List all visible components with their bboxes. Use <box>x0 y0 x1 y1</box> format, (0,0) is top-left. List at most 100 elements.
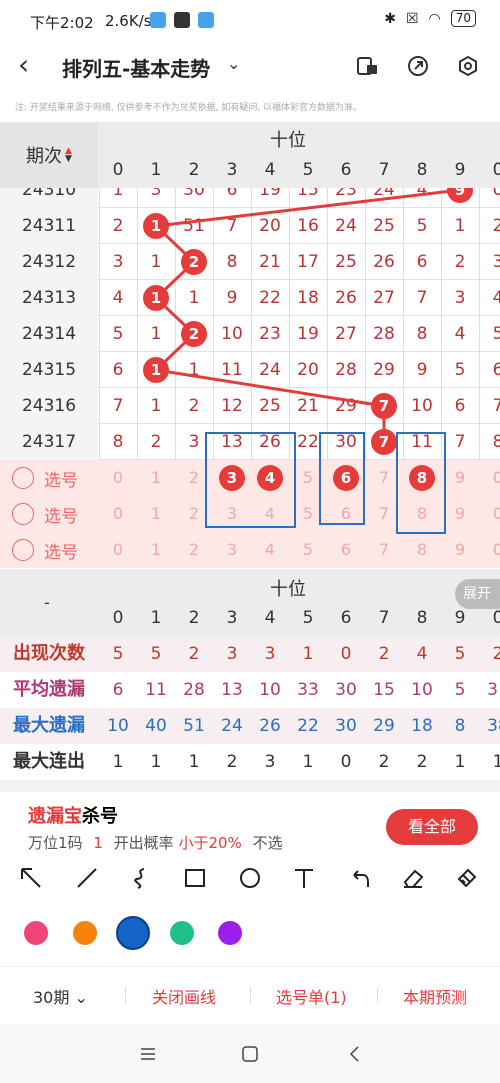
select-number[interactable]: 3 <box>213 532 251 568</box>
select-number[interactable]: 9 <box>441 532 479 568</box>
arrow-tool-icon[interactable] <box>14 861 48 895</box>
select-number[interactable]: 0 <box>99 496 137 532</box>
stats-value: 3 <box>264 752 276 772</box>
stats-column-header-0: 0 <box>112 608 124 628</box>
stats-value: 31 <box>487 680 500 700</box>
expand-button[interactable]: 展开 <box>455 579 500 609</box>
stats-value: 28 <box>183 680 205 700</box>
hit-ball: 7 <box>371 393 397 419</box>
divider <box>250 987 251 1003</box>
color-swatch[interactable] <box>73 921 97 945</box>
select-number[interactable]: 0 <box>99 460 137 496</box>
stats-value: 2 <box>378 752 390 772</box>
select-label: 选号 <box>44 470 78 491</box>
freehand-tool-icon[interactable] <box>124 861 158 895</box>
select-row-toggle[interactable]: 选号 <box>12 532 92 568</box>
home-icon[interactable] <box>238 1042 262 1066</box>
promo-number: 1 <box>93 834 103 852</box>
stats-value: 6 <box>112 680 124 700</box>
select-number[interactable]: 1 <box>137 496 175 532</box>
select-number[interactable]: 9 <box>441 496 479 532</box>
menu-icon[interactable] <box>136 1042 160 1066</box>
drawn-box <box>319 432 365 525</box>
select-number[interactable]: 1 <box>137 532 175 568</box>
stats-value: 5 <box>454 680 466 700</box>
stats-value: 1 <box>492 752 500 772</box>
stats-value: 1 <box>454 752 466 772</box>
color-swatch[interactable] <box>170 921 194 945</box>
section-gap <box>0 780 500 792</box>
stats-value: 10 <box>107 716 129 736</box>
stats-position-label: 十位 <box>270 579 306 600</box>
undo-icon[interactable] <box>342 861 376 895</box>
select-number[interactable]: 2 <box>175 532 213 568</box>
color-swatch[interactable] <box>116 916 150 950</box>
color-swatch[interactable] <box>24 921 48 945</box>
stats-value: 2 <box>188 644 200 664</box>
sort-icon[interactable]: ▲ ▼ <box>65 147 72 164</box>
select-number[interactable]: 8 <box>403 532 441 568</box>
select-row-toggle[interactable]: 选号 <box>12 496 92 532</box>
hit-ball: 2 <box>181 321 207 347</box>
stats-value: 13 <box>221 680 243 700</box>
system-nav-bar <box>0 1024 500 1083</box>
promo-subtitle: 万位1码 1 开出概率 小于20% 不选 <box>28 832 283 853</box>
stats-value: 1 <box>188 752 200 772</box>
circle-tool-icon[interactable] <box>233 861 267 895</box>
select-number[interactable]: 9 <box>441 460 479 496</box>
select-number[interactable]: 0 <box>479 532 500 568</box>
select-number[interactable]: 4 <box>251 532 289 568</box>
stats-value: 2 <box>416 752 428 772</box>
stats-value: 2 <box>226 752 238 772</box>
select-number[interactable]: 1 <box>137 460 175 496</box>
radio-circle-icon[interactable] <box>12 503 34 525</box>
period-select[interactable]: 30期 ⌄ <box>33 984 88 1008</box>
stats-value: 0 <box>340 752 352 772</box>
stats-column-header-8: 8 <box>416 608 428 628</box>
rectangle-tool-icon[interactable] <box>178 861 212 895</box>
eraser-icon[interactable] <box>396 861 430 895</box>
column-header-2: 2 <box>188 160 200 180</box>
radio-circle-icon[interactable] <box>12 539 34 561</box>
column-header-6: 6 <box>340 160 352 180</box>
select-number[interactable]: 7 <box>365 532 403 568</box>
promo-prob-label: 开出概率 <box>113 834 174 852</box>
line-tool-icon[interactable] <box>70 861 104 895</box>
column-header-8: 8 <box>416 160 428 180</box>
stats-value: 11 <box>145 680 167 700</box>
select-number[interactable]: 0 <box>479 496 500 532</box>
view-all-button[interactable]: 看全部 <box>386 809 478 845</box>
hit-ball: 1 <box>143 285 169 311</box>
divider <box>125 987 126 1003</box>
hit-ball: 7 <box>371 429 397 455</box>
stats-value: 30 <box>335 716 357 736</box>
stats-value: 29 <box>373 716 395 736</box>
stats-value: 18 <box>411 716 433 736</box>
stats-column-header-1: 1 <box>150 608 162 628</box>
select-label: 选号 <box>44 542 78 563</box>
stats-value: 5 <box>112 644 124 664</box>
select-row-toggle[interactable]: 选号 <box>12 460 92 496</box>
color-swatch[interactable] <box>218 921 242 945</box>
period-header[interactable]: 期次 ▲ ▼ <box>0 122 98 188</box>
close-lines-button[interactable]: 关闭画线 <box>152 984 216 1008</box>
forecast-button[interactable]: 本期预测 <box>403 984 467 1008</box>
stats-value: 3 <box>264 644 276 664</box>
column-header-1: 1 <box>150 160 162 180</box>
clear-brush-icon[interactable] <box>450 861 484 895</box>
selection-list-button[interactable]: 选号单(1) <box>276 984 347 1008</box>
promo-position: 万位1码 <box>28 834 83 852</box>
select-number[interactable]: 5 <box>289 532 327 568</box>
promo-title-brand: 遗漏宝 <box>28 806 82 827</box>
stats-value: 0 <box>340 644 352 664</box>
select-number[interactable]: 6 <box>327 532 365 568</box>
back-icon[interactable] <box>343 1042 367 1066</box>
radio-circle-icon[interactable] <box>12 467 34 489</box>
select-number[interactable]: 0 <box>99 532 137 568</box>
text-tool-icon[interactable] <box>287 861 321 895</box>
stats-value: 1 <box>302 752 314 772</box>
stats-row-label: 平均遗漏 <box>13 679 85 700</box>
select-number[interactable]: 0 <box>479 460 500 496</box>
position-label: 十位 <box>270 130 306 151</box>
chevron-down-icon: ⌄ <box>74 988 88 1007</box>
